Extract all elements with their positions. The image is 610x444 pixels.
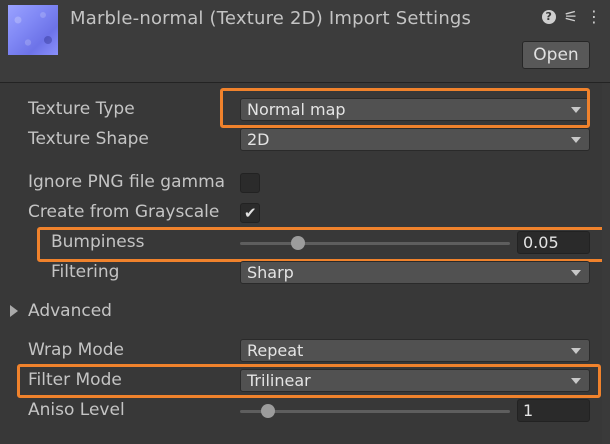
texture-type-dropdown[interactable]: Normal map <box>240 98 590 121</box>
filter-mode-value: Trilinear <box>247 371 311 390</box>
bumpiness-value: 0.05 <box>523 233 559 252</box>
aniso-level-value: 1 <box>523 401 534 420</box>
chevron-down-icon <box>571 137 581 143</box>
create-from-grayscale-label: Create from Grayscale <box>28 202 220 222</box>
texture-shape-row: Texture Shape 2D <box>0 125 610 155</box>
texture-type-row: Texture Type Normal map <box>0 95 610 125</box>
ignore-png-gamma-row: Ignore PNG file gamma <box>0 168 610 198</box>
filter-mode-label: Filter Mode <box>28 370 122 390</box>
bumpiness-slider-knob[interactable] <box>291 236 306 250</box>
bumpiness-slider-track[interactable] <box>240 242 510 245</box>
advanced-foldout[interactable]: Advanced <box>0 297 610 327</box>
wrap-mode-dropdown[interactable]: Repeat <box>240 339 590 362</box>
aniso-level-label: Aniso Level <box>28 400 125 420</box>
inspector-title: Marble-normal (Texture 2D) Import Settin… <box>70 8 472 29</box>
bumpiness-row: Bumpiness 0.05 <box>0 228 610 258</box>
header-icons: ? ⚟ ⋮ <box>541 9 602 25</box>
create-from-grayscale-checkbox[interactable]: ✔ <box>240 203 260 223</box>
aniso-level-slider-track[interactable] <box>240 410 510 413</box>
texture-thumbnail <box>8 5 58 55</box>
wrap-mode-label: Wrap Mode <box>28 340 124 360</box>
texture-shape-label: Texture Shape <box>28 129 149 149</box>
filtering-label: Filtering <box>51 262 120 282</box>
chevron-down-icon <box>571 348 581 354</box>
ignore-png-gamma-label: Ignore PNG file gamma <box>28 172 226 192</box>
bumpiness-label: Bumpiness <box>51 232 145 252</box>
ignore-png-gamma-checkbox[interactable] <box>240 173 260 193</box>
preset-icon[interactable]: ⚟ <box>564 9 578 25</box>
texture-type-label: Texture Type <box>28 99 135 119</box>
wrap-mode-row: Wrap Mode Repeat <box>0 336 610 366</box>
chevron-down-icon <box>571 378 581 384</box>
chevron-down-icon <box>571 270 581 276</box>
texture-shape-dropdown[interactable]: 2D <box>240 128 590 151</box>
filtering-value: Sharp <box>247 263 294 282</box>
advanced-label[interactable]: Advanced <box>28 301 112 321</box>
bumpiness-field[interactable]: 0.05 <box>517 231 590 254</box>
aniso-level-slider-knob[interactable] <box>261 404 276 418</box>
filtering-dropdown[interactable]: Sharp <box>240 261 590 284</box>
chevron-down-icon <box>571 107 581 113</box>
texture-type-value: Normal map <box>247 100 346 119</box>
checkmark-icon: ✔ <box>244 204 257 222</box>
filtering-row: Filtering Sharp <box>0 258 610 288</box>
inspector-header: Marble-normal (Texture 2D) Import Settin… <box>0 0 610 83</box>
filter-mode-dropdown[interactable]: Trilinear <box>240 369 590 392</box>
aniso-level-row: Aniso Level 1 <box>0 396 610 426</box>
help-icon[interactable]: ? <box>541 10 556 24</box>
aniso-level-field[interactable]: 1 <box>517 399 590 422</box>
open-button[interactable]: Open <box>522 41 590 69</box>
scrollbar[interactable] <box>602 83 610 444</box>
filter-mode-row: Filter Mode Trilinear <box>0 366 610 396</box>
wrap-mode-value: Repeat <box>247 341 304 360</box>
chevron-right-icon[interactable] <box>10 305 18 317</box>
more-icon[interactable]: ⋮ <box>586 9 602 25</box>
create-from-grayscale-row: Create from Grayscale ✔ <box>0 198 610 228</box>
texture-shape-value: 2D <box>247 130 270 149</box>
